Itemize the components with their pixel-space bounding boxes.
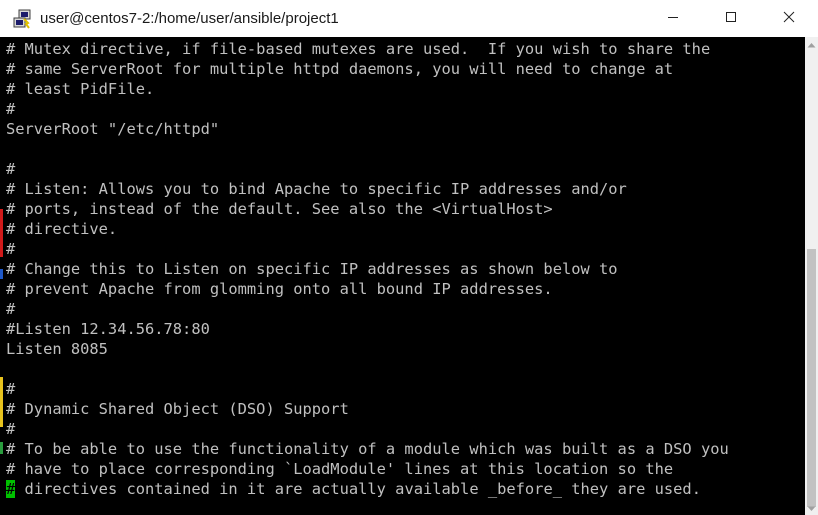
close-button[interactable] (760, 0, 818, 37)
terminal-line: # same ServerRoot for multiple httpd dae… (6, 60, 674, 78)
window-title: user@centos7-2:/home/user/ansible/projec… (40, 10, 339, 27)
scroll-up-icon (807, 35, 816, 53)
vertical-scrollbar[interactable] (805, 37, 818, 515)
terminal-output[interactable]: # Mutex directive, if file-based mutexes… (0, 37, 805, 515)
terminal-edge-marker (0, 209, 3, 257)
terminal-cursor: # (6, 480, 16, 498)
terminal-line: # To be able to use the functionality of… (6, 440, 729, 458)
terminal-edge-marker (0, 269, 3, 279)
terminal-line: # (6, 100, 16, 118)
minimize-icon (667, 10, 679, 27)
terminal-line: # directive. (6, 220, 118, 238)
scroll-up-button[interactable] (805, 37, 818, 51)
terminal-window: user@centos7-2:/home/user/ansible/projec… (0, 0, 818, 515)
terminal-line: # (6, 380, 16, 398)
scrollbar-thumb[interactable] (807, 249, 816, 507)
terminal-line: # least PidFile. (6, 80, 155, 98)
terminal-line: # Mutex directive, if file-based mutexes… (6, 40, 711, 58)
terminal-line: ServerRoot "/etc/httpd" (6, 120, 220, 138)
window-controls (644, 0, 818, 37)
scroll-down-icon (807, 499, 816, 515)
maximize-icon (725, 10, 737, 27)
terminal-edge-marker (0, 377, 3, 427)
terminal-line: # Listen: Allows you to bind Apache to s… (6, 180, 627, 198)
terminal-line: #Listen 12.34.56.78:80 (6, 320, 210, 338)
terminal-line: # (6, 300, 16, 318)
close-icon (783, 10, 795, 27)
terminal-line: # (6, 160, 16, 178)
terminal-edge-marker (0, 442, 3, 454)
scroll-down-button[interactable] (805, 501, 818, 515)
terminal-line: # ports, instead of the default. See als… (6, 200, 553, 218)
terminal-line: # have to place corresponding `LoadModul… (6, 460, 674, 478)
title-bar[interactable]: user@centos7-2:/home/user/ansible/projec… (0, 0, 818, 37)
terminal-line: # Dynamic Shared Object (DSO) Support (6, 400, 349, 418)
terminal-line-cursor: # directives contained in it are actuall… (6, 479, 701, 499)
minimize-button[interactable] (644, 0, 702, 37)
terminal-line: # prevent Apache from glomming onto all … (6, 280, 553, 298)
terminal-line: # (6, 240, 16, 258)
maximize-button[interactable] (702, 0, 760, 37)
terminal-line: # (6, 420, 16, 438)
terminal-line: # Change this to Listen on specific IP a… (6, 260, 618, 278)
terminal-line-text: directives contained in it are actually … (15, 480, 701, 498)
terminal-line: Listen 8085 (6, 340, 108, 358)
putty-icon[interactable] (12, 9, 32, 29)
